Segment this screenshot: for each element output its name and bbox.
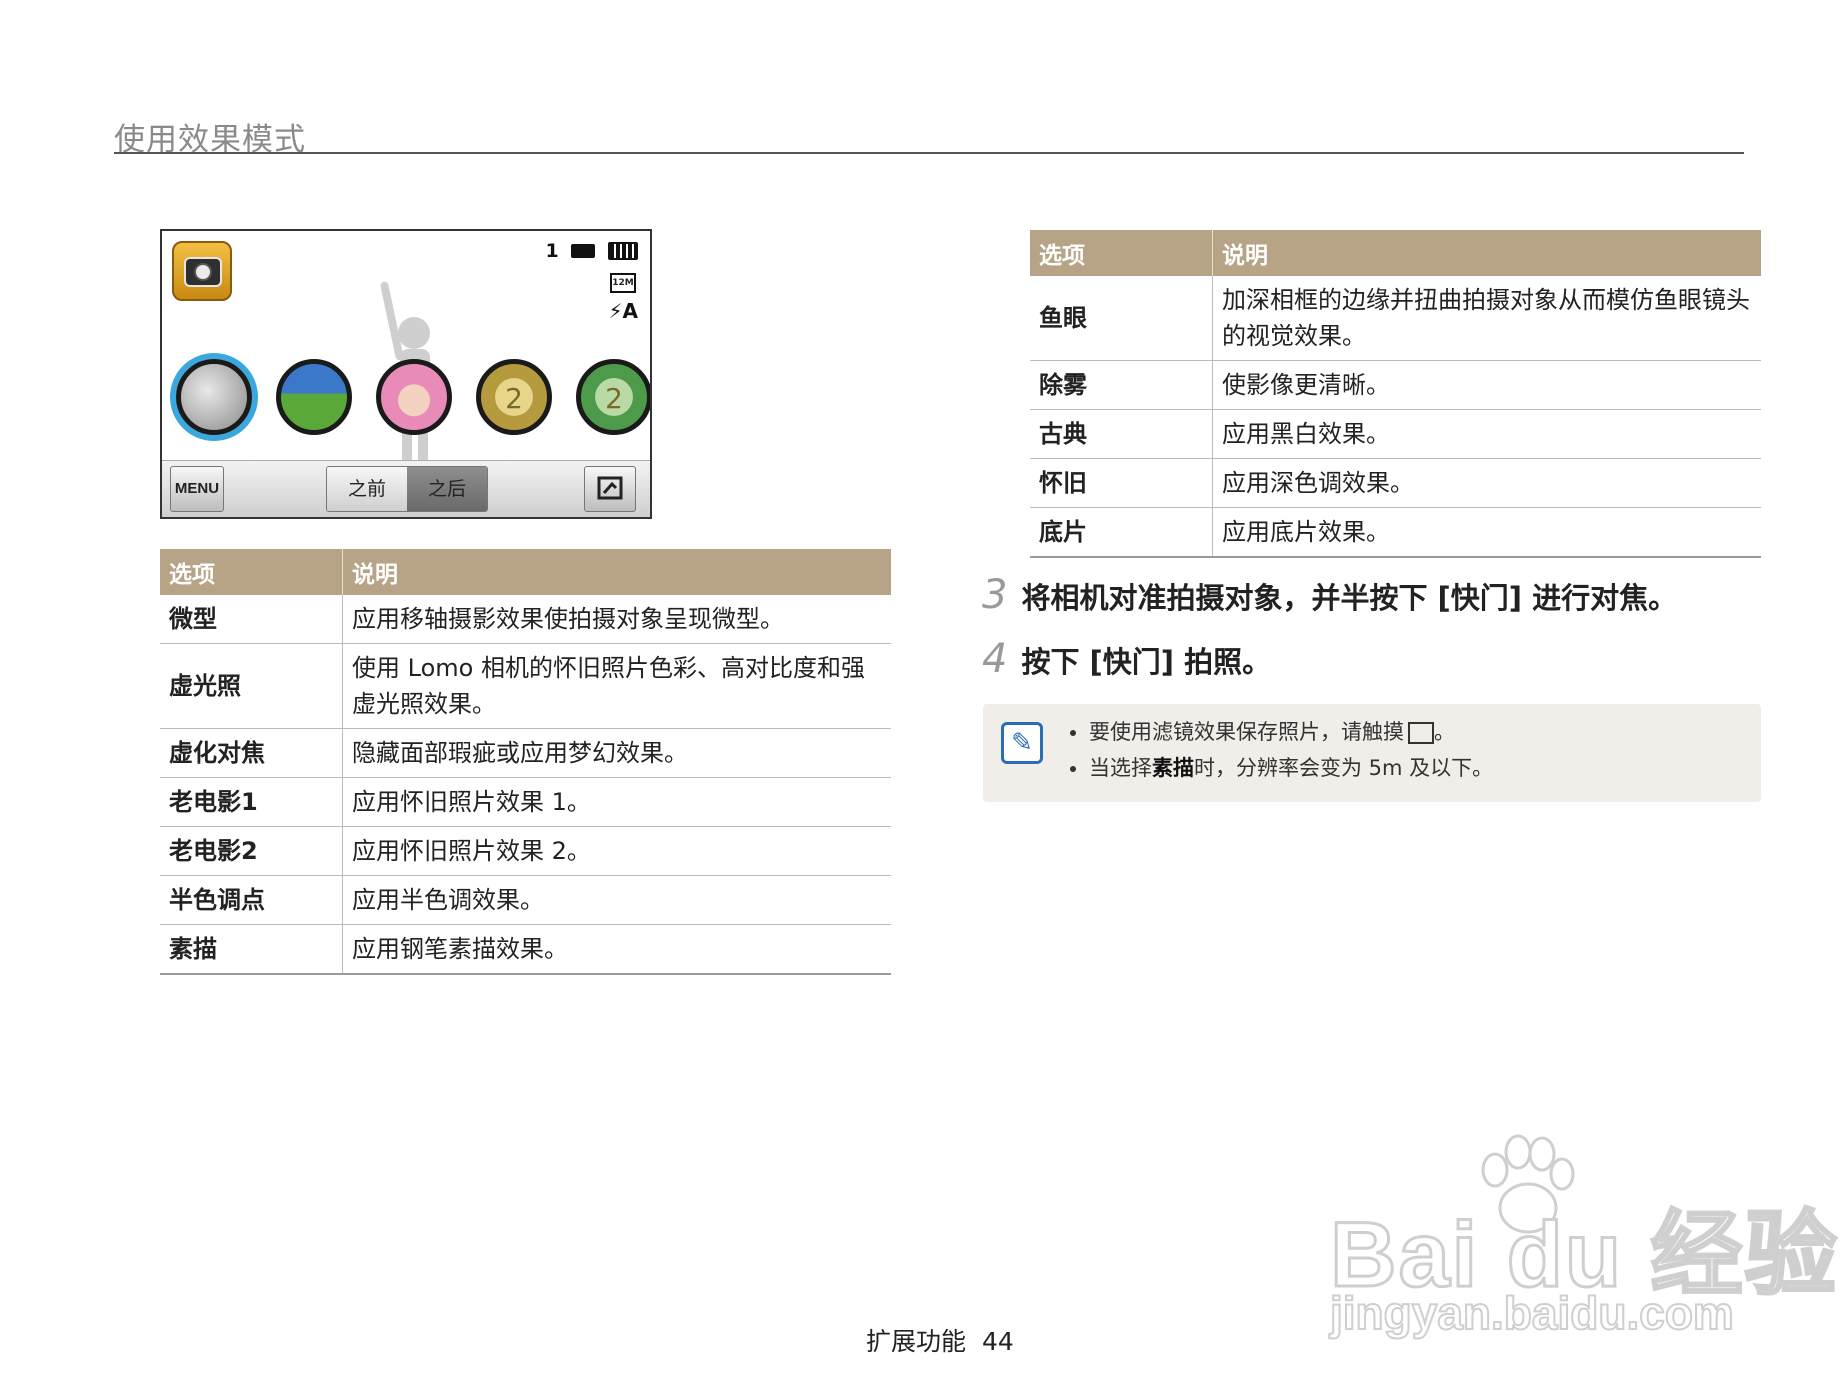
note-pencil-icon: ✎ [1001, 722, 1043, 764]
option-desc: 应用钢笔素描效果。 [342, 924, 891, 975]
effects-table-left: 选项 说明 微型 应用移轴摄影效果使拍摄对象呈现微型。 虚光照 使用 Lomo 相机… [160, 549, 891, 975]
table-row: 古典 应用黑白效果。 [1030, 409, 1761, 459]
option-desc: 应用半色调效果。 [342, 875, 891, 925]
step-4: 4 按下 [快门] 拍照。 [982, 636, 1271, 682]
flash-auto-icon: ⚡A [608, 299, 638, 323]
step-text: 按下 [快门] 拍照。 [1021, 645, 1272, 679]
option-desc: 应用深色调效果。 [1212, 458, 1761, 508]
option-desc: 使影像更清晰。 [1212, 360, 1761, 410]
footer-section: 扩展功能 [866, 1327, 967, 1356]
camera-screen-illustration: 1 12M ⚡A 2 2 MENU 之前 之后 [160, 229, 652, 519]
table-row: 除雾 使影像更清晰。 [1030, 360, 1761, 410]
after-button[interactable]: 之后 [407, 467, 487, 511]
save-filter-button[interactable] [584, 466, 636, 512]
table-row: 老电影1 应用怀旧照片效果 1。 [160, 777, 891, 827]
step-number: 4 [982, 636, 1008, 682]
table-row: 鱼眼 加深相框的边缘并扭曲拍摄对象从而模仿鱼眼镜头的视觉效果。 [1030, 276, 1761, 361]
option-desc: 使用 Lomo 相机的怀旧照片色彩、高对比度和强虚光照效果。 [342, 643, 891, 729]
filter-old-film-1-thumb[interactable]: 2 [476, 359, 552, 435]
option-name: 除雾 [1030, 360, 1213, 410]
note-item: 要使用滤镜效果保存照片，请触摸 。 [1089, 718, 1493, 746]
option-desc: 隐藏面部瑕疵或应用梦幻效果。 [342, 728, 891, 778]
table-row: 半色调点 应用半色调效果。 [160, 875, 891, 925]
before-button[interactable]: 之前 [327, 467, 407, 511]
note-box: ✎ 要使用滤镜效果保存照片，请触摸 。 当选择素描时，分辨率会变为 5m 及以下。 [983, 704, 1761, 802]
film-number: 2 [505, 382, 523, 415]
step-number: 3 [982, 572, 1008, 618]
option-desc: 应用底片效果。 [1212, 507, 1761, 558]
note-text: 要使用滤镜效果保存照片，请触摸 [1089, 720, 1404, 744]
filter-carousel: 2 2 [170, 359, 650, 449]
memory-card-icon [571, 243, 596, 258]
option-desc: 应用怀旧照片效果 2。 [342, 826, 891, 876]
column-header-option: 选项 [1030, 230, 1213, 276]
filter-miniature-thumb[interactable] [176, 359, 252, 435]
menu-button[interactable]: MENU [170, 466, 224, 512]
shots-remaining: 1 [545, 239, 559, 262]
note-bold-term: 素描 [1152, 756, 1194, 780]
filter-vignette-thumb[interactable] [276, 359, 352, 435]
option-name: 鱼眼 [1030, 276, 1213, 361]
step-3: 3 将相机对准拍摄对象，并半按下 [快门] 进行对焦。 [982, 572, 1677, 618]
table-row: 素描 应用钢笔素描效果。 [160, 924, 891, 975]
option-name: 素描 [160, 924, 343, 975]
title-divider [114, 152, 1744, 154]
option-desc: 应用怀旧照片效果 1。 [342, 777, 891, 827]
option-name: 老电影1 [160, 777, 343, 827]
before-after-toggle: 之前 之后 [326, 466, 488, 512]
save-filter-icon [1408, 722, 1434, 744]
camera-mode-icon [172, 241, 232, 301]
table-row: 虚光照 使用 Lomo 相机的怀旧照片色彩、高对比度和强虚光照效果。 [160, 643, 891, 729]
note-item: 当选择素描时，分辨率会变为 5m 及以下。 [1089, 754, 1493, 782]
note-text: 时，分辨率会变为 5m 及以下。 [1194, 756, 1494, 780]
filter-soft-focus-thumb[interactable] [376, 359, 452, 435]
resolution-icon: 12M [610, 273, 636, 293]
option-desc: 应用移轴摄影效果使拍摄对象呈现微型。 [342, 595, 891, 644]
table-row: 虚化对焦 隐藏面部瑕疵或应用梦幻效果。 [160, 728, 891, 778]
effects-table-right: 选项 说明 鱼眼 加深相框的边缘并扭曲拍摄对象从而模仿鱼眼镜头的视觉效果。 除雾使… [1030, 230, 1761, 558]
option-name: 微型 [160, 595, 343, 644]
column-header-option: 选项 [160, 549, 343, 595]
option-name: 底片 [1030, 507, 1213, 558]
watermark-url: jingyan.baidu.com [1329, 1286, 1735, 1340]
page-footer: 扩展功能 44 [866, 1322, 1014, 1358]
camera-bottom-bar: MENU 之前 之后 [162, 460, 650, 517]
note-text: 当选择 [1089, 756, 1152, 780]
step-text: 将相机对准拍摄对象，并半按下 [快门] 进行对焦。 [1021, 581, 1678, 615]
table-row: 怀旧 应用深色调效果。 [1030, 458, 1761, 508]
table-row: 微型 应用移轴摄影效果使拍摄对象呈现微型。 [160, 595, 891, 644]
note-text-end: 。 [1434, 720, 1455, 744]
option-name: 古典 [1030, 409, 1213, 459]
option-name: 怀旧 [1030, 458, 1213, 508]
status-bar: 1 [546, 239, 638, 262]
table-row: 老电影2 应用怀旧照片效果 2。 [160, 826, 891, 876]
table-row: 底片 应用底片效果。 [1030, 507, 1761, 558]
column-header-description: 说明 [1212, 230, 1761, 276]
option-name: 老电影2 [160, 826, 343, 876]
option-name: 虚化对焦 [160, 728, 343, 778]
column-header-description: 说明 [342, 549, 891, 595]
option-name: 半色调点 [160, 875, 343, 925]
option-desc: 加深相框的边缘并扭曲拍摄对象从而模仿鱼眼镜头的视觉效果。 [1212, 276, 1761, 361]
battery-icon [608, 241, 638, 260]
page-number: 44 [982, 1327, 1014, 1356]
option-name: 虚光照 [160, 643, 343, 729]
save-filter-icon [597, 476, 623, 500]
option-desc: 应用黑白效果。 [1212, 409, 1761, 459]
filter-old-film-2-thumb[interactable]: 2 [576, 359, 650, 435]
film-number: 2 [605, 382, 623, 415]
